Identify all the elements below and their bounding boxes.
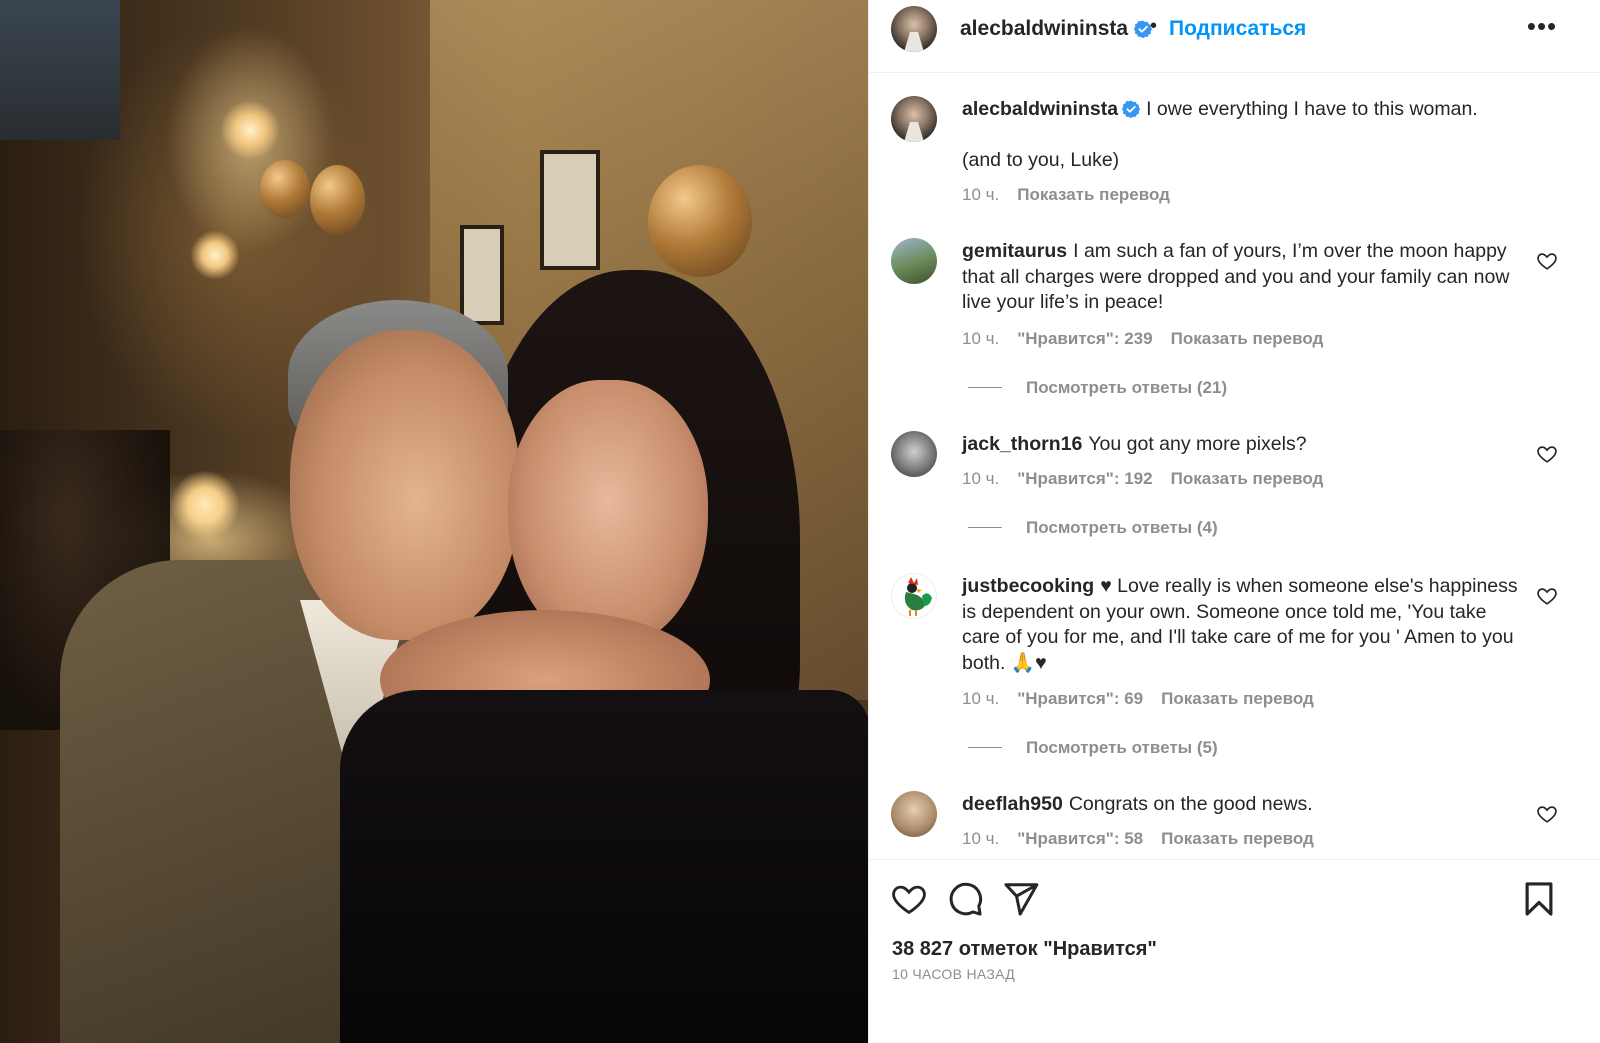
post-actions: 38 827 отметок "Нравится" 10 ЧАСОВ НАЗАД bbox=[868, 859, 1600, 1043]
commenter-avatar[interactable] bbox=[891, 573, 937, 619]
comment-username[interactable]: deeflah950 bbox=[962, 793, 1063, 815]
author-username[interactable]: alecbaldwininsta bbox=[960, 17, 1153, 41]
caption-meta: 10 ч. Показать перевод bbox=[962, 185, 1188, 205]
post-side-panel: alecbaldwininsta • Подписаться ••• alecb… bbox=[868, 0, 1600, 1043]
comment-body: gemitaurus I am such a fan of yours, I’m … bbox=[962, 239, 1522, 316]
comment-likes[interactable]: "Нравится": 69 bbox=[1017, 689, 1143, 708]
replies-line bbox=[968, 387, 1002, 388]
view-replies-label[interactable]: Посмотреть ответы (21) bbox=[1026, 378, 1227, 397]
comment-translate-button[interactable]: Показать перевод bbox=[1171, 329, 1324, 348]
paper-plane-icon[interactable] bbox=[1002, 880, 1040, 918]
author-username-text[interactable]: alecbaldwininsta bbox=[960, 17, 1128, 40]
comment-username[interactable]: gemitaurus bbox=[962, 240, 1067, 262]
comment-body: jack_thorn16 You got any more pixels? bbox=[962, 432, 1522, 458]
photo-balloon bbox=[310, 165, 365, 235]
comment-translate-button[interactable]: Показать перевод bbox=[1161, 689, 1314, 708]
comments-list[interactable]: alecbaldwininsta I owe everything I have … bbox=[868, 73, 1600, 859]
comment-likes[interactable]: "Нравится": 192 bbox=[1017, 469, 1152, 488]
comment-meta: 10 ч. "Нравится": 69 Показать перевод bbox=[962, 689, 1332, 709]
photo-woman-dress bbox=[340, 690, 868, 1043]
comment-translate-button[interactable]: Показать перевод bbox=[1161, 829, 1314, 848]
comment-heart-icon[interactable] bbox=[1536, 803, 1558, 825]
comment-likes[interactable]: "Нравится": 58 bbox=[1017, 829, 1143, 848]
comment-text: Congrats on the good news. bbox=[1068, 793, 1313, 815]
comment-heart-icon[interactable] bbox=[1536, 585, 1558, 607]
follow-button[interactable]: Подписаться bbox=[1169, 17, 1306, 41]
comment-body: justbecooking ♥ Love really is when someo… bbox=[962, 574, 1522, 676]
photo-balloon bbox=[260, 160, 310, 218]
view-replies-label[interactable]: Посмотреть ответы (4) bbox=[1026, 518, 1218, 537]
header-separator: • bbox=[1150, 15, 1158, 37]
post-header: alecbaldwininsta • Подписаться ••• bbox=[868, 0, 1600, 73]
heart-icon[interactable] bbox=[890, 880, 928, 918]
post-photo[interactable] bbox=[0, 0, 868, 1043]
bookmark-icon[interactable] bbox=[1520, 880, 1558, 918]
comment-heart-icon[interactable] bbox=[1536, 250, 1558, 272]
caption-username[interactable]: alecbaldwininsta bbox=[962, 98, 1118, 120]
photo-man-face bbox=[290, 330, 520, 640]
caption-author-avatar[interactable] bbox=[891, 96, 937, 142]
view-replies-button[interactable]: Посмотреть ответы (5) bbox=[968, 738, 1218, 758]
caption-translate-button[interactable]: Показать перевод bbox=[1017, 185, 1170, 204]
photo-window bbox=[0, 0, 120, 140]
commenter-avatar[interactable] bbox=[891, 431, 937, 477]
comment-likes[interactable]: "Нравится": 239 bbox=[1017, 329, 1152, 348]
photo-balloon bbox=[648, 165, 752, 277]
comment-username[interactable]: justbecooking bbox=[962, 575, 1094, 597]
verified-badge-icon bbox=[1122, 100, 1141, 118]
commenter-avatar[interactable] bbox=[891, 238, 937, 284]
comment-time[interactable]: 10 ч. bbox=[962, 329, 999, 348]
comment-body: deeflah950 Congrats on the good news. bbox=[962, 792, 1522, 818]
comment-text: You got any more pixels? bbox=[1088, 433, 1307, 455]
photo-frame bbox=[460, 225, 504, 325]
comment-translate-button[interactable]: Показать перевод bbox=[1171, 469, 1324, 488]
comment-username[interactable]: jack_thorn16 bbox=[962, 433, 1082, 455]
comment-time[interactable]: 10 ч. bbox=[962, 469, 999, 488]
comment-time[interactable]: 10 ч. bbox=[962, 829, 999, 848]
caption-text-line2: (and to you, Luke) bbox=[962, 149, 1120, 171]
comment-meta: 10 ч. "Нравится": 58 Показать перевод bbox=[962, 829, 1332, 849]
view-replies-label[interactable]: Посмотреть ответы (5) bbox=[1026, 738, 1218, 757]
comment-time[interactable]: 10 ч. bbox=[962, 689, 999, 708]
rooster-icon bbox=[904, 577, 932, 616]
comment-heart-icon[interactable] bbox=[1536, 443, 1558, 465]
comment-icon[interactable] bbox=[946, 880, 984, 918]
view-replies-button[interactable]: Посмотреть ответы (21) bbox=[968, 378, 1227, 398]
post-timestamp[interactable]: 10 ЧАСОВ НАЗАД bbox=[892, 966, 1015, 982]
view-replies-button[interactable]: Посмотреть ответы (4) bbox=[968, 518, 1218, 538]
comment-meta: 10 ч. "Нравится": 192 Показать перевод bbox=[962, 469, 1341, 489]
caption-body: alecbaldwininsta I owe everything I have … bbox=[962, 97, 1522, 123]
replies-line bbox=[968, 747, 1002, 748]
caption-text-line1: I owe everything I have to this woman. bbox=[1146, 98, 1478, 120]
photo-lamp bbox=[220, 100, 280, 160]
likes-count[interactable]: 38 827 отметок "Нравится" bbox=[892, 938, 1157, 961]
more-dots-icon[interactable]: ••• bbox=[1524, 13, 1560, 44]
photo-lamp bbox=[190, 230, 240, 280]
commenter-avatar[interactable] bbox=[891, 791, 937, 837]
photo-frame bbox=[540, 150, 600, 270]
replies-line bbox=[968, 527, 1002, 528]
author-avatar[interactable] bbox=[891, 6, 937, 52]
comment-meta: 10 ч. "Нравится": 239 Показать перевод bbox=[962, 329, 1341, 349]
caption-time[interactable]: 10 ч. bbox=[962, 185, 999, 204]
